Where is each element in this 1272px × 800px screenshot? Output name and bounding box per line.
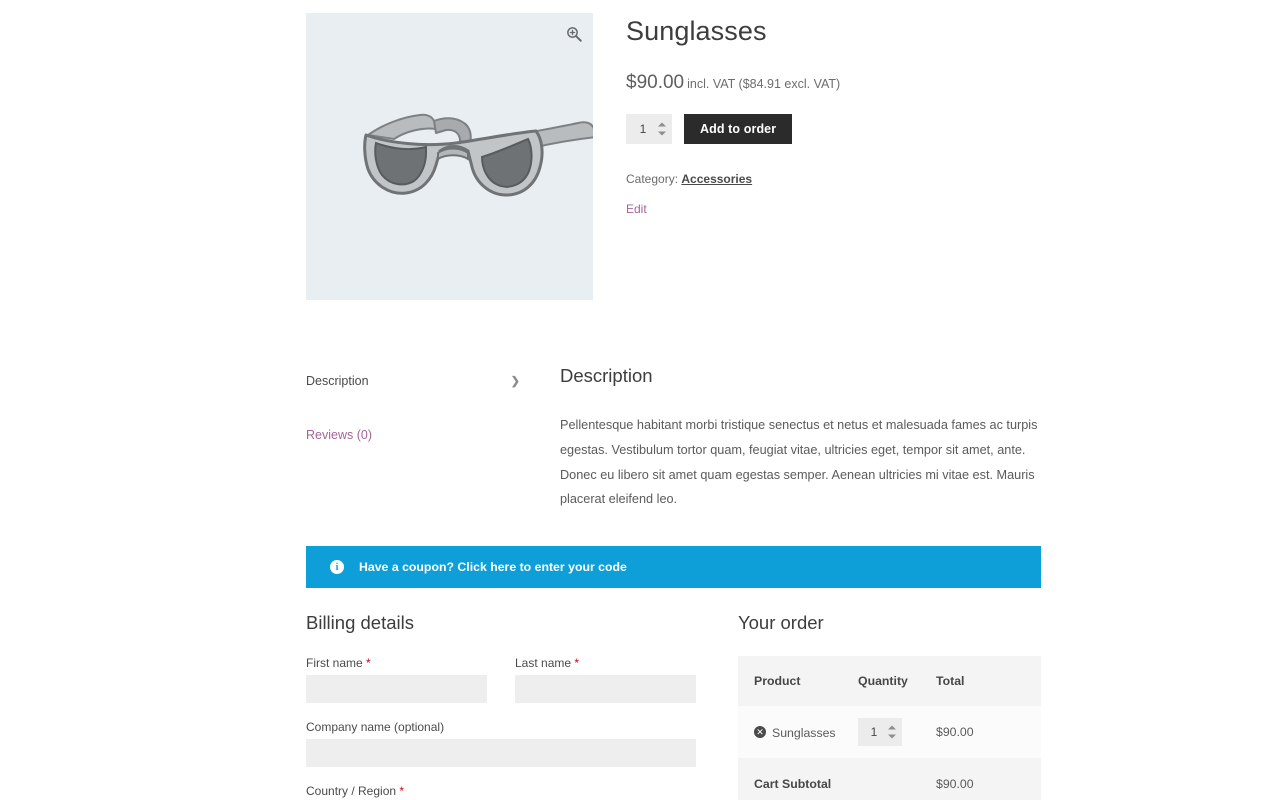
required-star-icon: * <box>399 784 405 798</box>
chevron-right-icon: ❯ <box>510 375 520 388</box>
tab-reviews[interactable]: Reviews (0) <box>306 419 524 451</box>
coupon-notice-bar[interactable]: i Have a coupon? Click here to enter you… <box>306 546 1041 588</box>
country-region-label: Country / Region * <box>306 784 696 798</box>
product-summary: Sunglasses $90.00 incl. VAT ($84.91 excl.… <box>626 13 1041 218</box>
quantity-spinner[interactable] <box>658 122 666 136</box>
tab-reviews-label: Reviews (0) <box>306 428 372 442</box>
cart-subtotal-row: Cart Subtotal $90.00 <box>738 758 1041 800</box>
add-to-cart-form: Add to order <box>626 114 1041 145</box>
column-header-quantity: Quantity <box>858 656 936 706</box>
spinner-down-arrow-icon[interactable] <box>658 131 666 136</box>
product-category-meta: Category: Accessories <box>626 172 1041 186</box>
description-heading: Description <box>560 365 653 386</box>
product-price: $90.00 incl. VAT ($84.91 excl. VAT) <box>626 73 1041 92</box>
product-image-sunglasses <box>306 13 593 300</box>
coupon-toggle-link[interactable]: Have a coupon? Click here to enter your … <box>359 560 627 574</box>
cart-subtotal-spacer <box>858 758 936 800</box>
billing-details-column: Billing details First name * Last name * <box>306 612 696 800</box>
cart-subtotal-value: $90.00 <box>936 758 1041 800</box>
product-tabs-section: Description ❯ Reviews (0) Description Pe… <box>306 365 1041 512</box>
checkout-section: Billing details First name * Last name * <box>306 612 1041 800</box>
order-item-quantity-cell <box>858 706 936 758</box>
order-quantity-spinner[interactable] <box>888 725 896 739</box>
company-name-input[interactable] <box>306 739 696 767</box>
category-label: Category: <box>626 172 679 187</box>
order-quantity-input[interactable] <box>858 718 890 746</box>
price-amount: $90.00 <box>626 72 685 94</box>
first-name-input[interactable] <box>306 675 487 703</box>
field-country-region: Country / Region * <box>306 784 696 798</box>
required-star-icon: * <box>574 656 580 670</box>
product-gallery[interactable] <box>306 13 593 300</box>
order-review-table: Product Quantity Total ✕ Sunglasses 1 $9… <box>738 656 1041 800</box>
field-last-name: Last name * <box>515 656 696 703</box>
product-checkout-page: Sunglasses $90.00 incl. VAT ($84.91 excl.… <box>0 0 1272 800</box>
billing-details-heading: Billing details <box>306 612 414 633</box>
product-section: Sunglasses $90.00 incl. VAT ($84.91 excl.… <box>306 13 1041 300</box>
description-text: Pellentesque habitant morbi tristique se… <box>560 418 1038 507</box>
required-star-icon: * <box>366 656 371 670</box>
billing-name-row: First name * Last name * <box>306 656 696 720</box>
spinner-down-arrow-icon[interactable] <box>888 734 896 739</box>
order-item-total: $90.00 <box>936 706 1041 758</box>
tab-description[interactable]: Description ❯ <box>306 365 524 397</box>
field-company-name: Company name (optional) <box>306 720 696 767</box>
first-name-label: First name * <box>306 656 487 670</box>
order-quantity-stepper[interactable] <box>858 718 902 746</box>
cart-subtotal-label: Cart Subtotal <box>738 758 858 800</box>
last-name-label-text: Last name <box>515 656 572 670</box>
column-header-total: Total <box>936 656 1041 706</box>
your-order-heading: Your order <box>738 612 824 633</box>
spinner-up-arrow-icon[interactable] <box>888 725 896 730</box>
column-header-product: Product <box>738 656 858 706</box>
add-to-order-button[interactable]: Add to order <box>684 114 793 145</box>
your-order-column: Your order Product Quantity Total ✕ Sungl… <box>738 612 1041 800</box>
field-first-name: First name * <box>306 656 487 703</box>
edit-product-link[interactable]: Edit <box>626 202 647 216</box>
category-link[interactable]: Accessories <box>681 172 752 186</box>
page-title: Sunglasses <box>626 16 767 46</box>
last-name-input[interactable] <box>515 675 696 703</box>
order-item-name: Sunglasses <box>772 725 836 740</box>
product-tab-list: Description ❯ Reviews (0) <box>306 365 524 473</box>
table-row: ✕ Sunglasses $90.00 <box>738 706 1041 758</box>
order-item-product-cell: ✕ Sunglasses <box>738 706 858 758</box>
spinner-up-arrow-icon[interactable] <box>658 122 666 127</box>
price-vat-note: incl. VAT ($84.91 excl. VAT) <box>687 77 841 92</box>
description-panel: Description Pellentesque habitant morbi … <box>560 365 1040 512</box>
last-name-label: Last name * <box>515 656 696 670</box>
info-circle-icon: i <box>330 560 344 574</box>
order-table-header-row: Product Quantity Total <box>738 656 1041 706</box>
company-name-label: Company name (optional) <box>306 720 445 734</box>
quantity-input[interactable] <box>626 114 660 145</box>
tab-description-label: Description <box>306 374 369 388</box>
first-name-label-text: First name <box>306 656 363 670</box>
coupon-notice-text[interactable]: Have a coupon? Click here to enter your … <box>359 560 627 574</box>
quantity-stepper[interactable] <box>626 114 672 145</box>
remove-item-icon[interactable]: ✕ <box>754 726 766 739</box>
zoom-in-icon[interactable] <box>565 25 583 43</box>
country-region-label-text: Country / Region <box>306 784 397 798</box>
